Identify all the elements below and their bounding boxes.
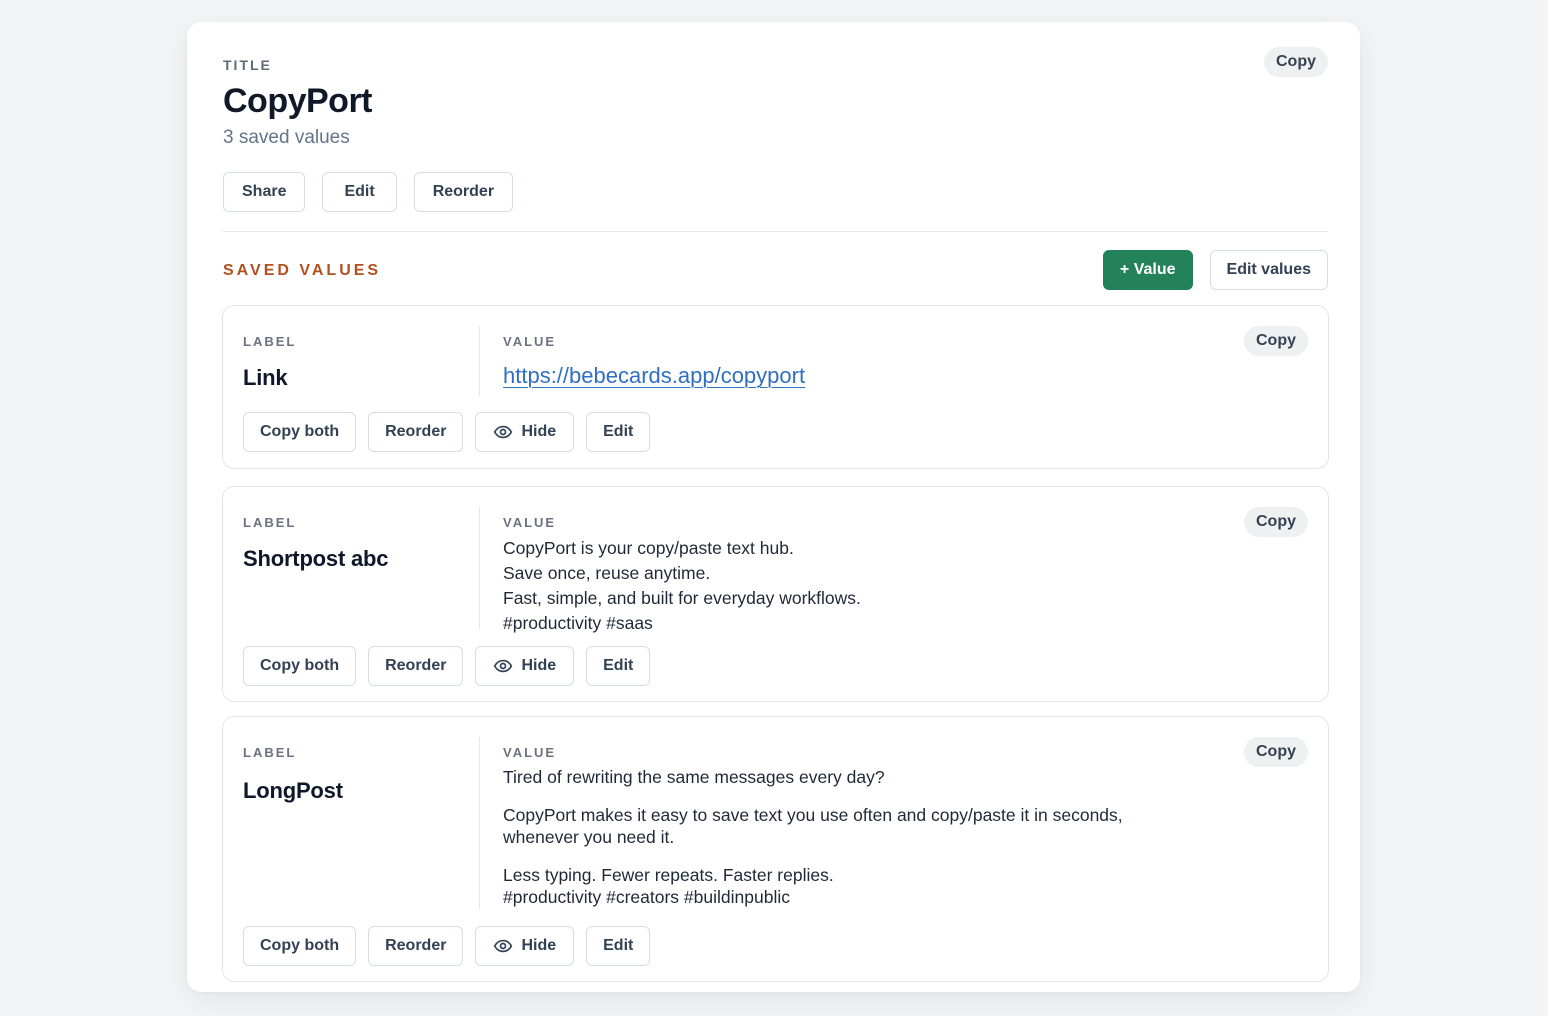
main-card: TITLE CopyPort 3 saved values Copy Share… [187,22,1360,992]
reorder-button[interactable]: Reorder [368,926,464,966]
edit-button[interactable]: Edit [586,646,651,686]
value-card-link: LABEL Link VALUE https://bebecards.app/c… [222,305,1329,469]
value-column: VALUE Tired of rewriting the same messag… [503,745,1208,908]
section-title: SAVED VALUES [223,262,382,279]
share-button[interactable]: Share [223,172,306,212]
value-column: VALUE https://bebecards.app/copyport [503,334,1208,389]
hide-label: Hide [521,423,557,440]
value-card-longpost: LABEL LongPost VALUE Tired of rewriting … [222,716,1329,982]
value-line: Tired of rewriting the same messages eve… [503,767,885,787]
label-kicker: LABEL [243,745,297,760]
label-column: LABEL Link [243,334,473,391]
add-value-button[interactable]: + Value [1102,250,1193,290]
edit-button[interactable]: Edit [586,926,651,966]
page-title: CopyPort [223,82,373,120]
copy-value-button[interactable]: Copy [1244,507,1308,537]
value-text: CopyPort is your copy/paste text hub. Sa… [503,536,1208,636]
hide-button[interactable]: Hide [475,412,575,452]
copy-value-button[interactable]: Copy [1244,737,1308,767]
eye-icon [493,422,513,442]
value-card-shortpost: LABEL Shortpost abc VALUE CopyPort is yo… [222,486,1329,702]
eye-icon [493,656,513,676]
item-actions: Copy both Reorder Hide Edit [243,412,651,452]
divider [223,231,1328,232]
item-actions: Copy both Reorder Hide Edit [243,926,651,966]
copy-both-button[interactable]: Copy both [243,646,357,686]
eye-icon [493,936,513,956]
column-divider [479,326,480,396]
item-actions: Copy both Reorder Hide Edit [243,646,651,686]
reorder-button[interactable]: Reorder [368,646,464,686]
value-text: Tired of rewriting the same messages eve… [503,766,1208,908]
item-label: Shortpost abc [243,546,389,571]
hide-label: Hide [521,657,557,674]
value-line: Less typing. Fewer repeats. Faster repli… [503,865,834,885]
copy-both-button[interactable]: Copy both [243,412,357,452]
hide-button[interactable]: Hide [475,646,575,686]
value-line: #productivity #creators #buildinpublic [503,887,790,907]
column-divider [479,737,480,909]
section-actions: + Value Edit values [1102,250,1328,290]
title-actions: Share Edit Reorder [223,172,514,212]
label-column: LABEL LongPost [243,745,473,804]
column-divider [479,507,480,629]
copy-value-button[interactable]: Copy [1244,326,1308,356]
value-kicker: VALUE [503,515,557,530]
label-kicker: LABEL [243,515,297,530]
title-kicker: TITLE [223,57,272,73]
value-column: VALUE CopyPort is your copy/paste text h… [503,515,1208,636]
item-label: Link [243,365,288,390]
value-kicker: VALUE [503,745,557,760]
hide-button[interactable]: Hide [475,926,575,966]
value-line: Fast, simple, and built for everyday wor… [503,588,861,608]
value-kicker: VALUE [503,334,557,349]
copy-both-button[interactable]: Copy both [243,926,357,966]
copy-title-button[interactable]: Copy [1264,47,1328,77]
value-line: #productivity #saas [503,613,653,633]
edit-title-button[interactable]: Edit [322,172,397,212]
hide-label: Hide [521,937,557,954]
label-kicker: LABEL [243,334,297,349]
reorder-title-button[interactable]: Reorder [413,172,514,212]
edit-button[interactable]: Edit [586,412,651,452]
item-label: LongPost [243,778,343,803]
edit-values-button[interactable]: Edit values [1209,250,1328,290]
value-line: CopyPort makes it easy to save text you … [503,805,1123,825]
value-line: CopyPort is your copy/paste text hub. [503,538,794,558]
reorder-button[interactable]: Reorder [368,412,464,452]
label-column: LABEL Shortpost abc [243,515,473,572]
value-link[interactable]: https://bebecards.app/copyport [503,363,805,389]
value-line: whenever you need it. [503,827,675,847]
value-line: Save once, reuse anytime. [503,563,711,583]
saved-count: 3 saved values [223,127,350,148]
